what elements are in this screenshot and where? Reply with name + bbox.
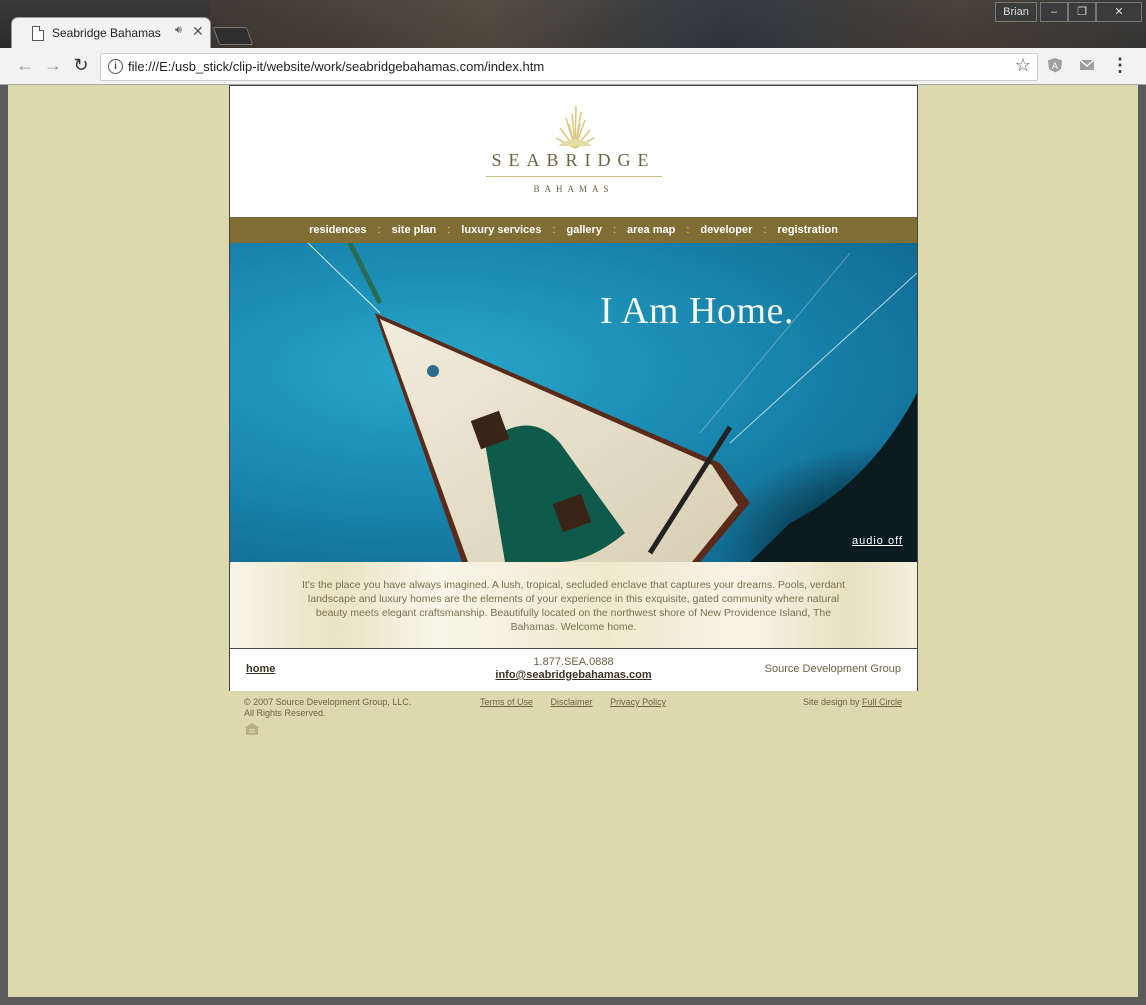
nav-gallery[interactable]: gallery xyxy=(562,224,605,236)
equal-housing-icon xyxy=(244,723,260,735)
nav-luxury-services[interactable]: luxury services xyxy=(457,224,545,236)
full-circle-link[interactable]: Full Circle xyxy=(862,697,902,707)
logo-name: SEABRIDGE xyxy=(491,150,656,170)
angular-extension-icon[interactable]: A xyxy=(1047,57,1063,73)
forward-arrow-icon[interactable]: → xyxy=(43,55,63,75)
footer-company: Source Development Group xyxy=(764,663,901,675)
url-text: file:///E:/usb_stick/clip-it/website/wor… xyxy=(128,59,545,74)
address-bar[interactable]: i file:///E:/usb_stick/clip-it/website/w… xyxy=(100,53,1038,81)
close-window-button[interactable]: ✕ xyxy=(1096,2,1142,22)
sailboat-illustration xyxy=(307,243,917,562)
page-icon xyxy=(32,26,44,41)
menu-kebab-icon[interactable]: ⋮ xyxy=(1110,55,1130,75)
nav-separator: : xyxy=(612,224,617,236)
profile-button[interactable]: Brian xyxy=(995,2,1037,22)
hero-image: I Am Home. audio off xyxy=(230,243,917,562)
copyright-line-1: © 2007 Source Development Group, LLC. xyxy=(244,697,412,707)
nav-site-plan[interactable]: site plan xyxy=(388,224,441,236)
minimize-button[interactable]: – xyxy=(1040,2,1068,22)
audio-toggle-link[interactable]: audio off xyxy=(852,535,903,547)
close-tab-icon[interactable]: ✕ xyxy=(192,23,204,40)
info-icon[interactable]: i xyxy=(108,59,123,74)
main-nav: residences : site plan : luxury services… xyxy=(230,217,917,243)
intro-text: It's the place you have always imagined.… xyxy=(301,579,846,633)
speaker-icon[interactable]: 🔊︎ xyxy=(175,24,182,37)
bookmark-star-icon[interactable]: ☆ xyxy=(1015,55,1031,76)
copyright-line-2: All Rights Reserved. xyxy=(244,708,326,718)
maximize-button[interactable]: ❐ xyxy=(1068,2,1096,22)
privacy-policy-link[interactable]: Privacy Policy xyxy=(610,697,666,707)
logo-header[interactable]: SEABRIDGE BAHAMAS xyxy=(230,86,917,217)
svg-text:A: A xyxy=(1052,62,1059,72)
credit-prefix: Site design by xyxy=(802,697,862,707)
nav-separator: : xyxy=(447,224,451,236)
nav-registration[interactable]: registration xyxy=(773,224,842,236)
logo-subtitle: BAHAMAS xyxy=(533,184,614,194)
site-container: SEABRIDGE BAHAMAS residences : site plan… xyxy=(229,85,918,691)
logo-divider xyxy=(486,176,662,177)
terms-of-use-link[interactable]: Terms of Use xyxy=(480,697,533,707)
page-viewport: SEABRIDGE BAHAMAS residences : site plan… xyxy=(8,85,1138,997)
hero-headline: I Am Home. xyxy=(600,290,794,332)
nav-separator: : xyxy=(377,224,381,236)
browser-tab[interactable]: Seabridge Bahamas 🔊︎ ✕ xyxy=(12,18,210,48)
back-arrow-icon[interactable]: ← xyxy=(15,55,35,75)
mail-extension-icon[interactable] xyxy=(1079,57,1095,73)
new-tab-button[interactable] xyxy=(212,27,254,45)
nav-separator: : xyxy=(552,224,556,236)
copyright: © 2007 Source Development Group, LLC. Al… xyxy=(244,697,411,719)
background-tab[interactable] xyxy=(272,22,322,40)
nav-residences[interactable]: residences xyxy=(305,224,370,236)
nav-area-map[interactable]: area map xyxy=(623,224,679,236)
browser-toolbar: ← → ↻ i file:///E:/usb_stick/clip-it/web… xyxy=(0,48,1146,85)
site-credit: Site design by Full Circle xyxy=(803,697,902,707)
nav-separator: : xyxy=(763,224,767,236)
nav-separator: : xyxy=(686,224,690,236)
sea-grass-logo-icon xyxy=(555,105,595,149)
reload-icon[interactable]: ↻ xyxy=(71,55,91,75)
intro-section: It's the place you have always imagined.… xyxy=(230,562,917,648)
disclaimer-link[interactable]: Disclaimer xyxy=(551,697,593,707)
browser-titlebar: Seabridge Bahamas 🔊︎ ✕ Brian – ❐ ✕ xyxy=(0,0,1146,48)
site-footer: home 1.877.SEA.0888 info@seabridgebahama… xyxy=(230,648,917,691)
legal-links: Terms of Use Disclaimer Privacy Policy xyxy=(480,697,681,707)
tab-title: Seabridge Bahamas xyxy=(52,26,161,40)
nav-developer[interactable]: developer xyxy=(696,224,756,236)
